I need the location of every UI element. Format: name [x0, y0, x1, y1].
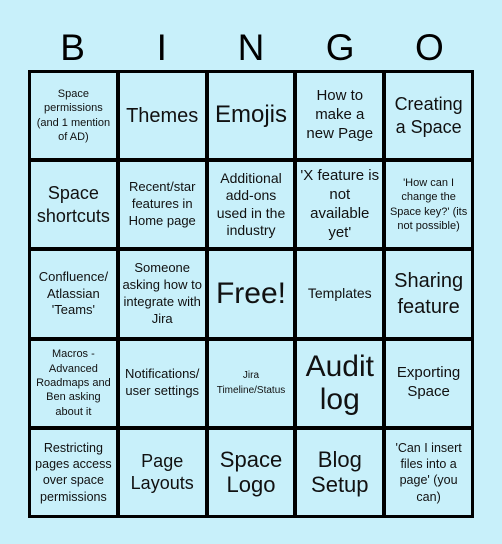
bingo-cell[interactable]: 'X feature is not available yet' — [297, 162, 383, 248]
bingo-cell[interactable]: Restricting pages access over space perm… — [31, 429, 116, 515]
bingo-cell[interactable]: Audit log — [297, 340, 383, 426]
bingo-cell[interactable]: Space shortcuts — [31, 162, 116, 248]
bingo-cell[interactable]: Space permissions (and 1 mention of AD) — [31, 73, 116, 159]
bingo-cell[interactable]: Notifications/ user settings — [119, 340, 205, 426]
bingo-cell[interactable]: Sharing feature — [386, 251, 471, 337]
bingo-cell[interactable]: Exporting Space — [386, 340, 471, 426]
bingo-header: B I N G O — [28, 26, 474, 70]
bingo-cell[interactable]: Recent/star features in Home page — [119, 162, 205, 248]
header-letter-n: N — [237, 27, 265, 68]
bingo-cell[interactable]: Confluence/ Atlassian 'Teams' — [31, 251, 116, 337]
bingo-cell[interactable]: How to make a new Page — [297, 73, 383, 159]
header-letter-o: O — [415, 27, 444, 68]
bingo-cell[interactable]: Jira Timeline/Status — [208, 340, 294, 426]
header-letter-i: I — [156, 27, 167, 68]
bingo-cell[interactable]: Page Layouts — [119, 429, 205, 515]
bingo-cell[interactable]: Someone asking how to integrate with Jir… — [119, 251, 205, 337]
bingo-cell[interactable]: 'Can I insert files into a page' (you ca… — [386, 429, 471, 515]
bingo-cell[interactable]: Themes — [119, 73, 205, 159]
free-space-cell[interactable]: Free! — [208, 251, 294, 337]
bingo-cell[interactable]: Emojis — [208, 73, 294, 159]
bingo-cell[interactable]: Macros - Advanced Roadmaps and Ben askin… — [31, 340, 116, 426]
bingo-cell[interactable]: Creating a Space — [386, 73, 471, 159]
bingo-board: Space permissions (and 1 mention of AD) … — [28, 70, 474, 518]
bingo-cell[interactable]: Space Logo — [208, 429, 294, 515]
header-letter-b: B — [60, 27, 85, 68]
header-letter-g: G — [325, 27, 355, 68]
bingo-cell[interactable]: Additional add-ons used in the industry — [208, 162, 294, 248]
bingo-cell[interactable]: 'How can I change the Space key?' (its n… — [386, 162, 471, 248]
bingo-cell[interactable]: Templates — [297, 251, 383, 337]
bingo-cell[interactable]: Blog Setup — [297, 429, 383, 515]
